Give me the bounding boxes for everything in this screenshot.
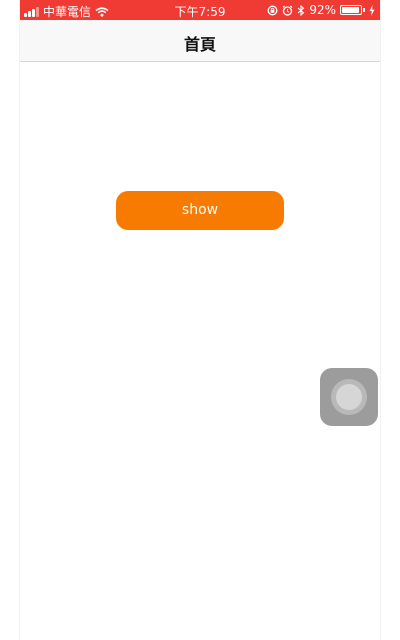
battery-fill (342, 7, 359, 13)
assistive-touch-icon (336, 384, 362, 410)
show-button[interactable]: show (116, 191, 284, 230)
status-left: 中華電信 (24, 3, 109, 20)
charging-bolt-icon (369, 4, 375, 16)
status-right: 92% (267, 3, 375, 17)
page-title: 首頁 (183, 35, 216, 54)
battery-icon (340, 5, 362, 15)
battery-nub (363, 8, 365, 12)
carrier-name: 中華電信 (43, 5, 92, 19)
phone-screen: 中華電信 下午7:59 92% 首頁 show (20, 0, 380, 640)
bluetooth-icon (297, 4, 305, 16)
battery-percent: 92% (309, 3, 336, 17)
status-bar: 中華電信 下午7:59 92% (20, 0, 380, 20)
screen: 中華電信 下午7:59 92% 首頁 show (0, 0, 400, 640)
signal-bars-icon (24, 6, 39, 17)
wifi-icon (95, 6, 109, 17)
assistive-touch-button[interactable] (320, 368, 378, 426)
alarm-icon (282, 5, 293, 16)
navigation-bar: 首頁 (20, 20, 380, 62)
rotation-lock-icon (267, 5, 278, 15)
